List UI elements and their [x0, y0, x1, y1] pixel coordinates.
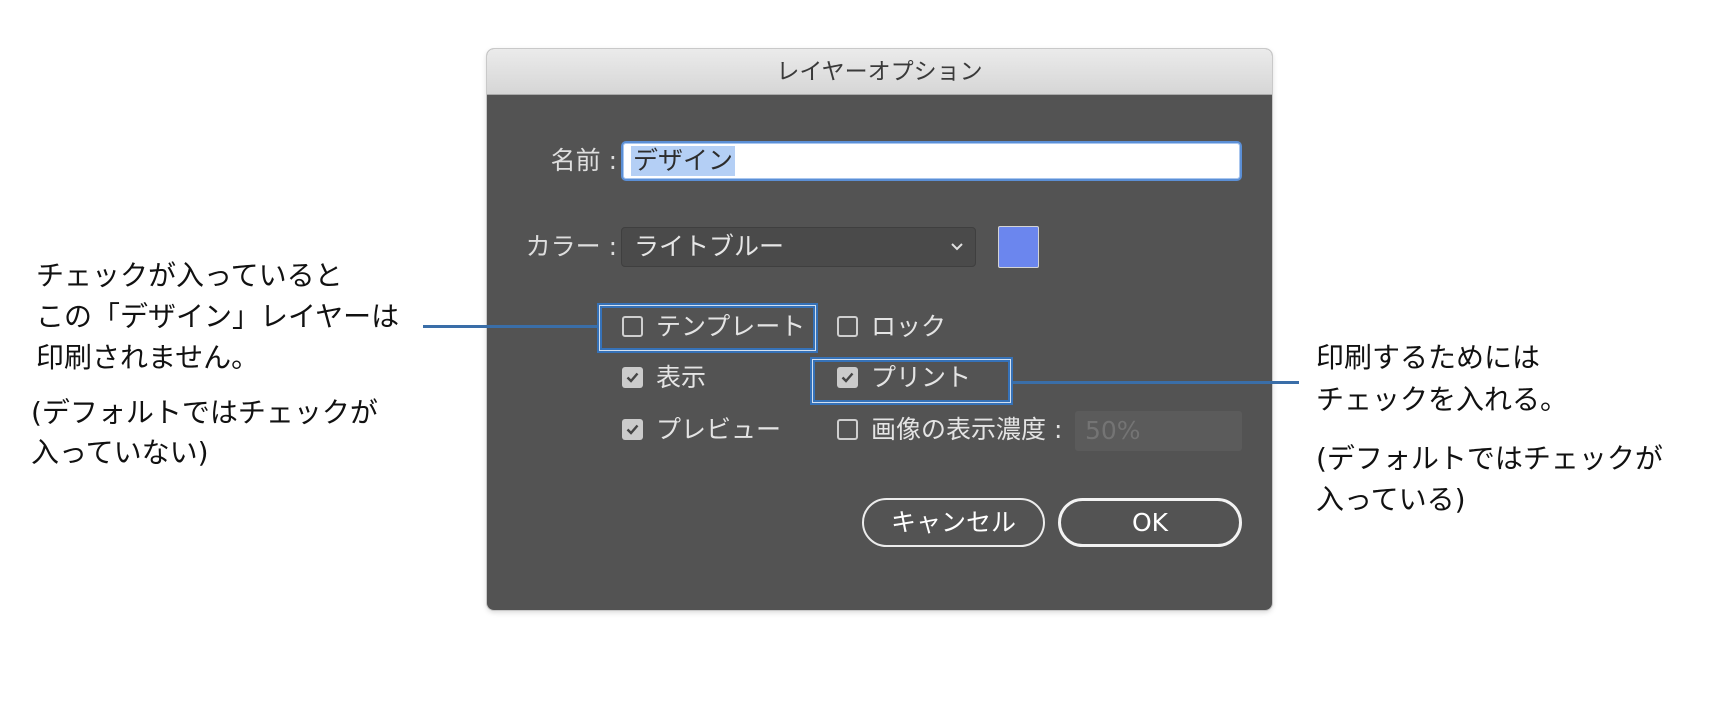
- show-label: 表示: [656, 363, 707, 392]
- checkmark-icon: [626, 424, 639, 435]
- right-annotation: 印刷するためには チェックを入れる。: [1316, 337, 1706, 421]
- chevron-down-icon: [951, 243, 963, 251]
- lock-checkbox[interactable]: [837, 316, 858, 337]
- print-highlight-box: [810, 357, 1013, 405]
- dim-images-checkbox[interactable]: [837, 419, 858, 440]
- show-checkbox[interactable]: [622, 367, 643, 388]
- left-annotation-line: チェックが入っていると: [36, 259, 343, 292]
- color-swatch[interactable]: [998, 226, 1039, 268]
- left-annotation: チェックが入っていると この「デザイン」レイヤーは 印刷されません。: [36, 255, 416, 378]
- template-highlight-box: [597, 303, 818, 353]
- name-input[interactable]: デザイン: [621, 141, 1242, 181]
- left-annotation-line: この「デザイン」レイヤーは: [36, 300, 400, 333]
- name-label: 名前 :: [550, 146, 617, 175]
- dim-images-label: 画像の表示濃度 :: [871, 415, 1063, 444]
- dialog-title: レイヤーオプション: [487, 49, 1272, 95]
- left-annotation-note: (デフォルトではチェックが 入っていない): [31, 393, 416, 473]
- ok-button[interactable]: OK: [1058, 498, 1242, 547]
- left-note-line: (デフォルトではチェックが: [31, 396, 378, 429]
- preview-checkbox[interactable]: [622, 419, 643, 440]
- color-select-value: ライトブルー: [634, 232, 785, 261]
- left-annotation-line: 印刷されません。: [36, 341, 260, 374]
- right-annotation-line: チェックを入れる。: [1316, 383, 1569, 416]
- color-label: カラー :: [525, 232, 617, 261]
- right-annotation-line: 印刷するためには: [1316, 341, 1541, 374]
- left-note-line: 入っていない): [31, 436, 209, 469]
- checkmark-icon: [626, 372, 639, 383]
- right-annotation-note: (デフォルトではチェックが 入っている): [1316, 438, 1706, 520]
- preview-label: プレビュー: [656, 415, 782, 444]
- left-connector-line: [423, 325, 597, 328]
- right-connector-line: [1013, 381, 1299, 384]
- color-select[interactable]: ライトブルー: [621, 227, 976, 267]
- name-input-selected-text: デザイン: [631, 146, 736, 176]
- dim-images-input[interactable]: 50%: [1075, 411, 1242, 451]
- right-note-line: (デフォルトではチェックが: [1316, 442, 1663, 475]
- cancel-button[interactable]: キャンセル: [862, 498, 1045, 547]
- right-note-line: 入っている): [1316, 483, 1466, 516]
- lock-label: ロック: [871, 312, 947, 341]
